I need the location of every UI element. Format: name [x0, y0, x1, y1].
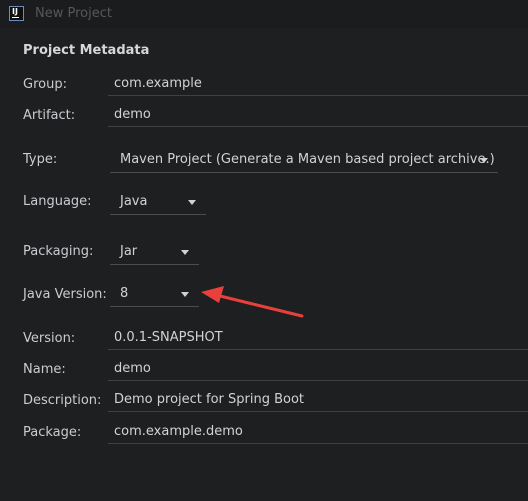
annotation-arrow-head — [201, 286, 224, 303]
annotation-arrow-shaft — [214, 293, 304, 318]
annotation-arrow — [201, 286, 304, 318]
